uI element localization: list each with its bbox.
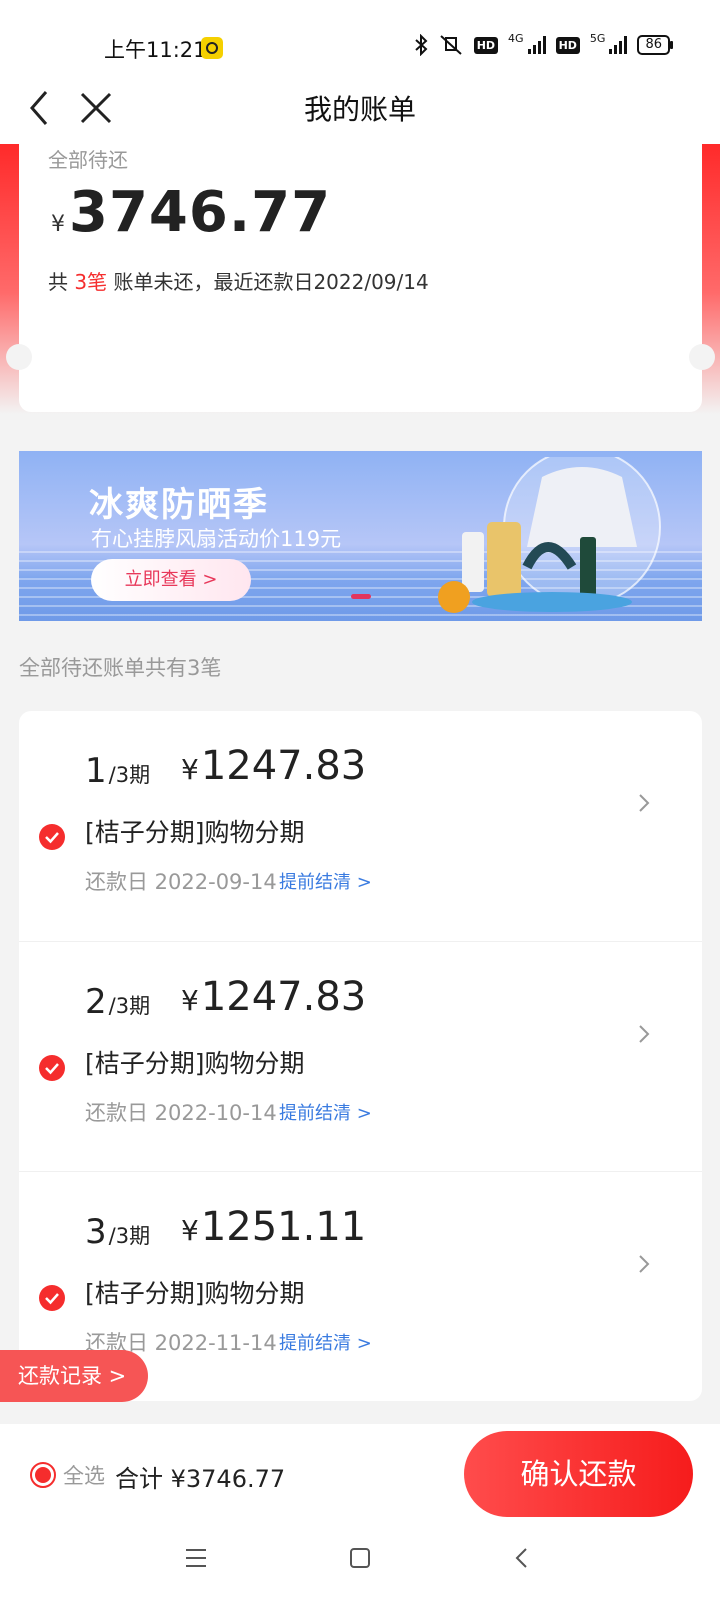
home-icon[interactable] [340,1538,380,1578]
bills-list: 1/3期 ¥1247.83 [桔子分期]购物分期 还款日 2022-09-14 … [19,711,702,1401]
repay-record-button[interactable]: 还款记录 > [0,1350,148,1402]
system-back-icon[interactable] [502,1538,542,1578]
chevron-right-icon[interactable] [634,1252,654,1276]
currency-symbol: ¥ [51,212,65,237]
battery-icon: 86 [637,35,673,55]
bill-period: 1/3期 [85,751,150,791]
bill-due-date: 还款日 2022-10-14 [85,1101,277,1125]
hd-icon: HD [473,36,499,54]
bill-period-total: /3期 [108,763,151,787]
bill-period-total: /3期 [108,994,151,1018]
bill-period-total: /3期 [108,1224,151,1248]
notification-badge-icon [201,37,223,59]
total-amount: 合计 ¥3746.77 [115,1465,286,1493]
status-time: 上午11:21 [104,38,207,62]
summary-amount-value: 3746.77 [69,180,332,245]
bill-period-index: 1 [85,751,107,791]
checked-icon[interactable] [39,1055,65,1081]
summary-amount: ¥ 3746.77 [51,180,331,245]
card-notch-left [6,344,32,370]
select-all-radio-icon[interactable] [30,1462,56,1488]
summary-label: 全部待还 [48,148,128,172]
card-notch-right [689,344,715,370]
page-title: 我的账单 [303,93,416,126]
network-5g-label: 5G [589,31,606,45]
summary-desc-suffix: 账单未还，最近还款日2022/09/14 [107,270,429,294]
bill-row[interactable]: 1/3期 ¥1247.83 [桔子分期]购物分期 还款日 2022-09-14 … [19,711,702,941]
summary-desc-prefix: 共 [48,270,75,294]
bill-amount: ¥1247.83 [181,743,366,789]
summary-description: 共 3笔 账单未还，最近还款日2022/09/14 [48,266,429,295]
summary-card: 全部待还 ¥ 3746.77 共 3笔 账单未还，最近还款日2022/09/14 [6,144,715,412]
bill-amount-value: 1247.83 [200,974,367,1020]
bill-amount: ¥1251.11 [181,1204,366,1250]
bill-period: 2/3期 [85,982,150,1022]
promo-banner[interactable]: 冰爽防晒季 冇心挂脖风扇活动价119元 立即查看 > [19,451,702,621]
banner-view-button[interactable]: 立即查看 > [91,559,251,601]
signal-icon [527,36,546,54]
bill-row[interactable]: 2/3期 ¥1247.83 [桔子分期]购物分期 还款日 2022-10-14 … [19,941,702,1172]
menu-icon[interactable] [176,1538,216,1578]
early-settle-link[interactable]: 提前结清 > [279,1099,372,1125]
checked-icon[interactable] [39,824,65,850]
hd-icon-2: HD [555,36,580,54]
checked-icon[interactable] [39,1285,65,1311]
signal-icon-2 [609,36,628,54]
summary-desc-count: 3笔 [74,270,108,294]
banner-indicator [351,594,371,599]
select-all-label[interactable]: 全选 [63,1460,105,1490]
chevron-right-icon[interactable] [634,1022,654,1046]
early-settle-link[interactable]: 提前结清 > [279,868,372,894]
network-4g-label: 4G [508,31,524,45]
bill-currency: ¥ [181,984,199,1017]
banner-subtitle: 冇心挂脖风扇活动价119元 [91,527,342,551]
early-settle-link[interactable]: 提前结清 > [279,1329,372,1355]
system-nav-bar [0,1524,720,1600]
bill-period-index: 3 [85,1212,107,1252]
summary-section: 全部待还 ¥ 3746.77 共 3笔 账单未还，最近还款日2022/09/14 [0,144,720,414]
banner-products-image [438,457,661,613]
bill-currency: ¥ [181,753,199,786]
confirm-repay-button[interactable]: 确认还款 [464,1431,693,1517]
bill-currency: ¥ [181,1214,199,1247]
chevron-right-icon[interactable] [634,791,654,815]
bluetooth-icon [415,34,428,56]
bills-count-text: 全部待还账单共有3笔 [19,656,222,680]
mute-icon [440,35,462,55]
bill-amount-value: 1251.11 [200,1204,367,1250]
bill-name: [桔子分期]购物分期 [85,818,305,847]
nav-bar: 我的账单 [0,70,720,144]
bill-amount: ¥1247.83 [181,974,366,1020]
banner-title: 冰爽防晒季 [89,485,269,525]
bill-due-date: 还款日 2022-09-14 [85,870,277,894]
bill-period: 3/3期 [85,1212,150,1252]
bill-name: [桔子分期]购物分期 [85,1049,305,1078]
bill-name: [桔子分期]购物分期 [85,1279,305,1308]
bill-amount-value: 1247.83 [200,743,367,789]
bill-period-index: 2 [85,982,107,1022]
status-icons: HD 4G HD 5G 86 [414,31,673,56]
